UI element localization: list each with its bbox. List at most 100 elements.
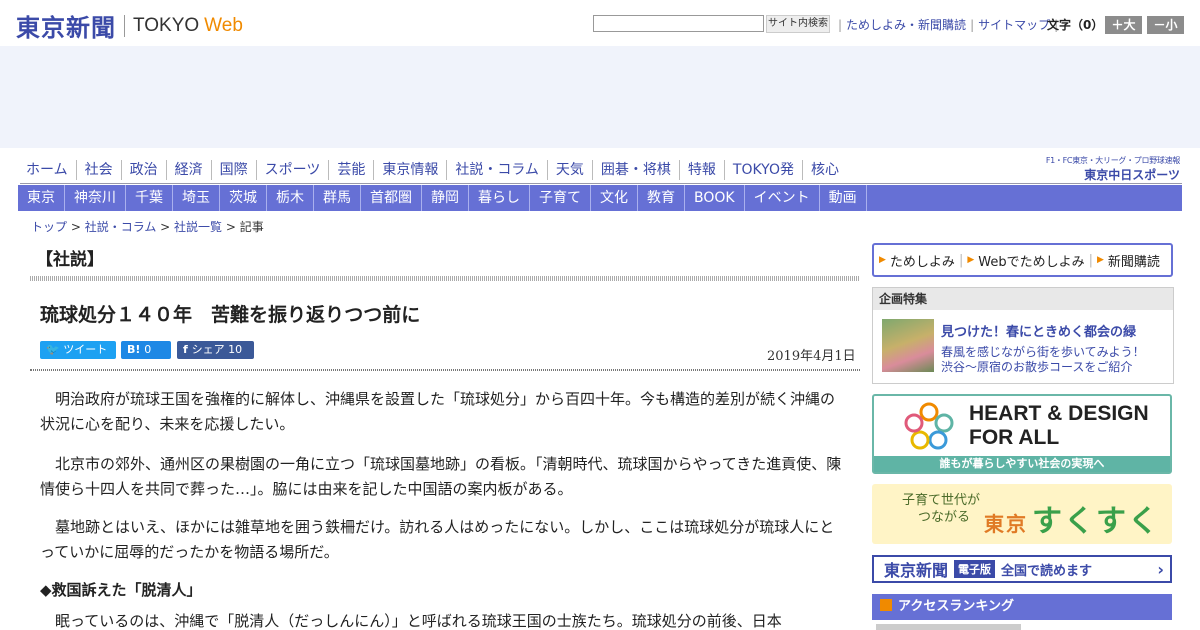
heart-design-title: HEART & DESIGN FOR ALL (969, 402, 1149, 450)
site-logo[interactable]: 東京新聞 TOKYO Web (16, 8, 243, 43)
article-paragraph: 墓地跡とはいえ、ほかには雑草地を囲う鉄柵だけ。訪れる人はめったにない。しかし、こ… (40, 518, 835, 561)
feature-heading: 企画特集 (873, 288, 1173, 310)
twitter-icon: 🐦 (46, 343, 64, 356)
article-subheading: ◆救国訴えた「脱清人」 (40, 581, 202, 599)
promo-subscribe-link[interactable]: 新聞購読 (1108, 251, 1160, 270)
article-paragraph: 明治政府が琉球王国を強権的に解体し、沖縄県を設置した「琉球処分」から百四十年。今… (40, 390, 836, 433)
logo-separator (124, 14, 125, 37)
heart-design-banner[interactable]: HEART & DESIGN FOR ALL 誰もが暮らしやすい社会の実現へ (872, 394, 1172, 474)
header-link-sitemap[interactable]: サイトマップ (978, 16, 1050, 33)
hd-line: HEART & DESIGN (969, 402, 1149, 425)
arrow-icon: ▶ (1096, 255, 1104, 265)
nav-item-special[interactable]: 特報 (680, 160, 725, 180)
access-ranking-header: アクセスランキング (872, 594, 1172, 620)
ad-banner-area (0, 46, 1200, 148)
chunichi-small-text: F1・FC東京・大リーグ・プロ野球速報 (1045, 156, 1180, 165)
chevron-right-icon: › (1157, 559, 1164, 579)
breadcrumb-separator: > (67, 220, 85, 234)
nav-item-core[interactable]: 核心 (803, 160, 847, 180)
nav-item-editorial[interactable]: 社説・コラム (447, 160, 548, 180)
regional-nav-item[interactable]: 首都圏 (361, 185, 422, 211)
regional-nav-item[interactable]: 東京 (18, 185, 65, 211)
feature-box: 企画特集 見つけた！春にときめく都会の緑 春風を感じながら街を歩いてみよう！ 渋… (872, 287, 1174, 384)
feature-thumbnail[interactable] (882, 319, 934, 372)
regional-nav-item[interactable]: 文化 (591, 185, 638, 211)
breadcrumb-separator: > (222, 220, 240, 234)
facebook-icon: f (183, 343, 192, 356)
regional-nav-item[interactable]: 暮らし (469, 185, 530, 211)
tweet-label: ツイート (63, 343, 108, 356)
hatena-icon: B! (127, 343, 145, 356)
header-link-separator: | (838, 17, 843, 32)
site-search-button[interactable]: サイト内検索 (766, 15, 830, 33)
facebook-share-button[interactable]: f シェア 10 (177, 341, 254, 359)
promo-trial-link[interactable]: ためしよみ (890, 251, 955, 270)
nav-item-international[interactable]: 国際 (212, 160, 257, 180)
regional-nav-item[interactable]: 子育て (530, 185, 591, 211)
article-paragraph: 眠っているのは、沖縄で「脱清人（だっしんにん）」と呼ばれる琉球王国の士族たち。琉… (40, 612, 782, 630)
nav-item-sports[interactable]: スポーツ (257, 160, 330, 180)
regional-nav-item[interactable]: 神奈川 (65, 185, 126, 211)
regional-nav-item[interactable]: 静岡 (422, 185, 469, 211)
site-search-input[interactable] (593, 15, 764, 32)
nav-item-home[interactable]: ホーム (20, 160, 77, 180)
logo-tokyo-text: TOKYO (133, 14, 200, 36)
digital-paper-name: 東京新聞 (884, 561, 949, 580)
nav-item-entertainment[interactable]: 芸能 (329, 160, 375, 180)
feature-desc-line: 渋谷～原宿のお散歩コースをご紹介 (941, 360, 1133, 374)
regional-nav-item[interactable]: 千葉 (126, 185, 173, 211)
regional-nav-item[interactable]: BOOK (685, 185, 745, 211)
main-nav: ホーム 社会 政治 経済 国際 スポーツ 芸能 東京情報 社説・コラム 天気 囲… (20, 160, 847, 180)
font-size-label: 文字（0） (1047, 18, 1104, 32)
regional-nav-item[interactable]: 動画 (820, 185, 867, 211)
nav-item-economy[interactable]: 経済 (167, 160, 212, 180)
subscribe-promo-bar: ▶ ためしよみ | ▶ Webでためしよみ | ▶ 新聞購読 (872, 243, 1173, 277)
nav-item-society[interactable]: 社会 (77, 160, 122, 180)
ranking-icon (880, 599, 892, 611)
regional-nav-item[interactable]: 栃木 (267, 185, 314, 211)
fb-share-count: 10 (228, 343, 243, 356)
font-larger-button[interactable]: ＋大 (1105, 16, 1142, 34)
hatena-count: 0 (144, 343, 152, 356)
digital-edition-banner[interactable]: 東京新聞 電子版 全国で読めます › (872, 555, 1172, 583)
feature-description[interactable]: 春風を感じながら街を歩いてみよう！ 渋谷～原宿のお散歩コースをご紹介 (941, 345, 1145, 375)
chunichi-sports-link[interactable]: F1・FC東京・大リーグ・プロ野球速報 東京中日スポーツ (1028, 155, 1180, 183)
section-divider (30, 276, 860, 281)
sukusuku-banner[interactable]: 子育て世代が つながる 東京 すくすく (872, 484, 1172, 544)
regional-nav-item[interactable]: イベント (745, 185, 820, 211)
breadcrumb-editorial-list[interactable]: 社説一覧 (174, 220, 222, 234)
regional-nav-item[interactable]: 埼玉 (173, 185, 220, 211)
breadcrumb-editorial[interactable]: 社説・コラム (85, 220, 157, 234)
nav-item-weather[interactable]: 天気 (548, 160, 593, 180)
breadcrumb-current: 記事 (239, 220, 264, 234)
nav-item-tokyo-hatsu[interactable]: TOKYO発 (725, 160, 803, 180)
tweet-button[interactable]: 🐦 ツイート (40, 341, 116, 359)
nav-item-go-shogi[interactable]: 囲碁・将棋 (593, 160, 680, 180)
regional-nav-item[interactable]: 教育 (638, 185, 685, 211)
arrow-icon: ▶ (879, 255, 886, 265)
headline-divider (30, 369, 860, 371)
hd-line: FOR ALL (969, 426, 1060, 449)
ranking-tab[interactable] (876, 624, 1021, 630)
header-links: | ためしよみ・新聞購読 | サイトマップ | (834, 16, 1062, 33)
nav-item-tokyo-info[interactable]: 東京情報 (374, 160, 448, 180)
feature-title-link[interactable]: 見つけた！春にときめく都会の緑 (941, 321, 1136, 340)
article-paragraph: 北京市の郊外、通州区の果樹園の一角に立つ「琉球国墓地跡」の看板。「清朝時代、琉球… (40, 455, 842, 498)
header-link-subscribe[interactable]: ためしよみ・新聞購読 (846, 16, 966, 33)
hatena-bookmark-button[interactable]: B! 0 (121, 341, 171, 359)
digital-badge: 電子版 (954, 560, 996, 578)
header-link-separator: | (970, 17, 975, 32)
digital-text: 全国で読めます (1001, 563, 1093, 579)
sukusuku-word: すくすく (1032, 504, 1160, 539)
promo-web-trial-link[interactable]: Webでためしよみ (978, 251, 1084, 270)
breadcrumb-top[interactable]: トップ (31, 220, 67, 234)
sukusuku-tagline: 子育て世代が つながる (902, 492, 980, 526)
sukusuku-tokyo: 東京 (984, 512, 1028, 536)
regional-nav-item[interactable]: 群馬 (314, 185, 361, 211)
nav-item-politics[interactable]: 政治 (122, 160, 167, 180)
logo-web-text: Web (204, 14, 243, 36)
regional-nav-item[interactable]: 茨城 (220, 185, 267, 211)
font-smaller-button[interactable]: －小 (1147, 16, 1184, 34)
hd-footer-text: 誰もが暮らしやすい社会の実現へ (874, 456, 1170, 472)
regional-nav: 東京 神奈川 千葉 埼玉 茨城 栃木 群馬 首都圏 静岡 暮らし 子育て 文化 … (18, 185, 1182, 211)
